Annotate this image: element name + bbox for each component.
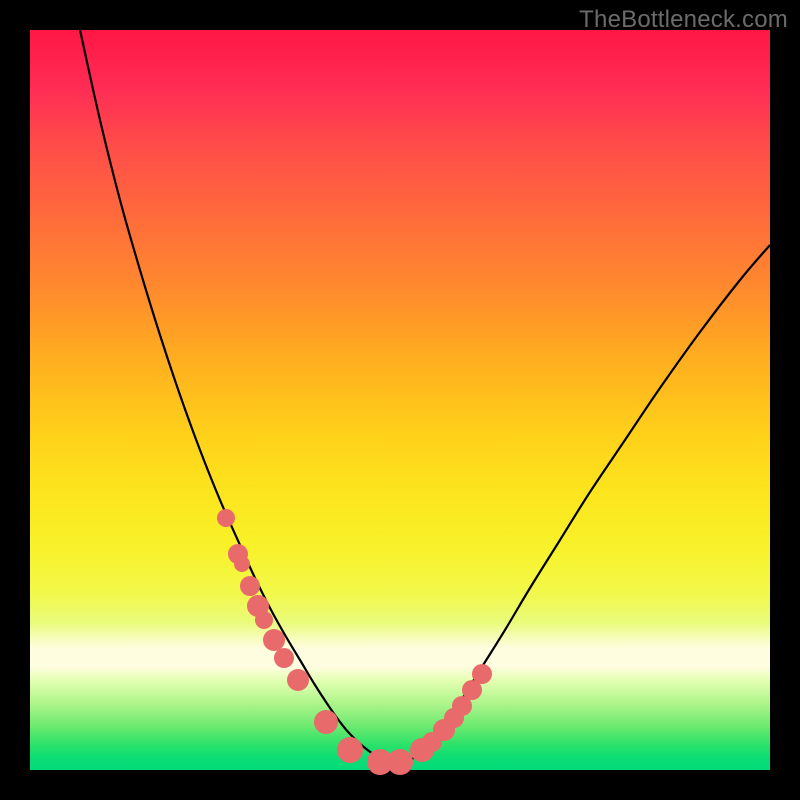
- highlight-dot: [217, 509, 235, 527]
- highlight-dots: [217, 509, 492, 775]
- highlight-dot: [263, 629, 285, 651]
- highlight-dot: [234, 556, 250, 572]
- watermark-text: TheBottleneck.com: [579, 6, 788, 34]
- highlight-dot: [472, 664, 492, 684]
- highlight-dot: [240, 576, 260, 596]
- bottleneck-curve: [80, 30, 770, 762]
- highlight-dot: [274, 648, 294, 668]
- highlight-dot: [255, 611, 273, 629]
- chart-frame: TheBottleneck.com: [0, 0, 800, 800]
- highlight-dot: [387, 749, 413, 775]
- highlight-dot: [314, 710, 338, 734]
- curve-svg: [30, 30, 770, 770]
- plot-area: [30, 30, 770, 770]
- highlight-dot: [337, 737, 363, 763]
- highlight-dot: [287, 669, 309, 691]
